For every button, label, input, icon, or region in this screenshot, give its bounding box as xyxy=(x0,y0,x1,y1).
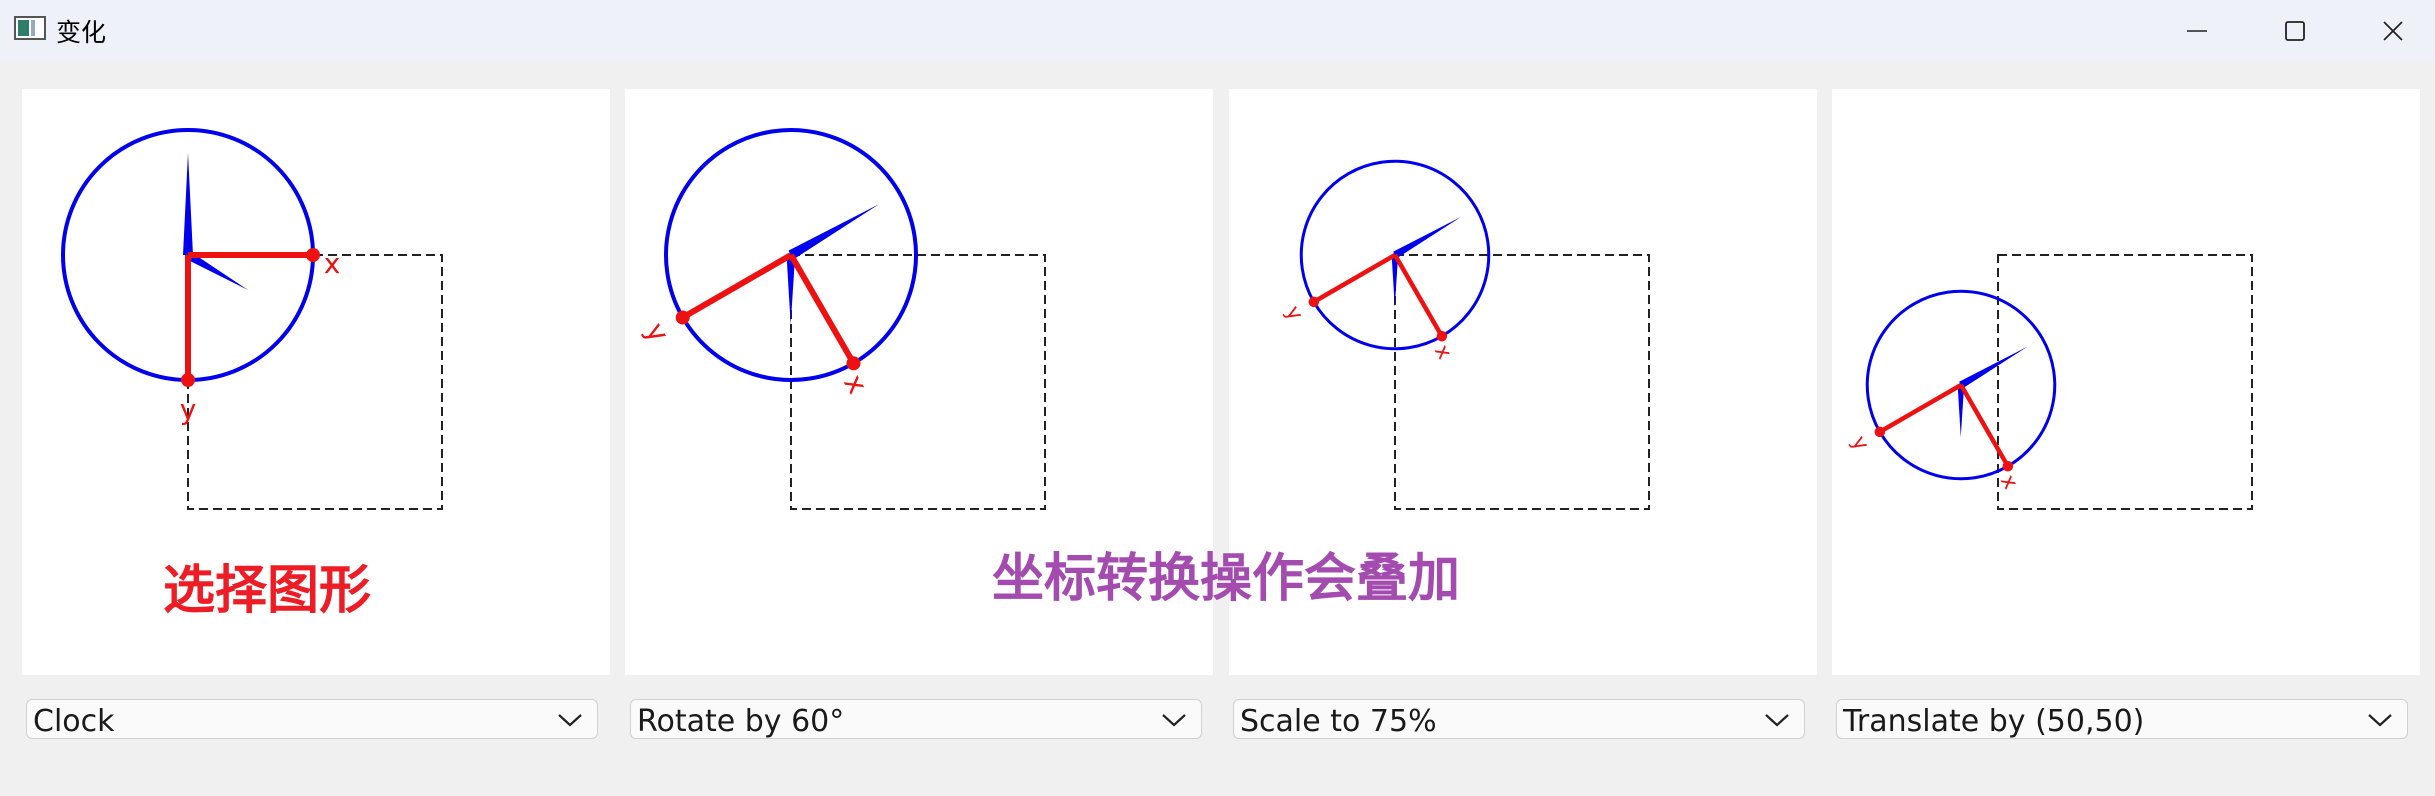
operation-3-combo-value: Translate by (50,50) xyxy=(1843,704,2145,739)
app-icon xyxy=(14,16,46,40)
minute-hand xyxy=(183,153,193,255)
minimize-icon xyxy=(2187,30,2207,32)
operation-1-combo[interactable]: Rotate by 60° xyxy=(630,699,1202,739)
operation-2-combo[interactable]: Scale to 75% xyxy=(1233,699,1805,739)
reference-square xyxy=(790,254,1046,510)
select-shape-annotation: 选择图形 xyxy=(163,561,372,621)
y-axis-endpoint xyxy=(181,373,195,387)
reference-square xyxy=(187,254,443,510)
x-axis-label: x xyxy=(1430,340,1457,363)
y-axis-label: y xyxy=(1847,432,1874,455)
y-axis xyxy=(681,252,793,321)
maximize-icon xyxy=(2285,21,2305,41)
y-axis-label: y xyxy=(1281,302,1308,325)
x-axis-label: x xyxy=(1996,470,2023,493)
x-axis-label: x xyxy=(837,369,874,400)
chevron-down-icon xyxy=(1765,714,1789,727)
canvas-translate: x y xyxy=(1832,89,2420,675)
minimize-button[interactable] xyxy=(2148,0,2246,62)
y-axis-label: y xyxy=(180,393,197,426)
minute-hand xyxy=(1959,346,2028,389)
close-button[interactable] xyxy=(2344,0,2435,62)
chevron-down-icon xyxy=(1162,714,1186,727)
minute-hand xyxy=(1393,216,1462,259)
shape-combo-value: Clock xyxy=(33,704,115,739)
title-bar: 变化 xyxy=(0,0,2435,62)
reference-square xyxy=(1997,254,2253,510)
x-axis xyxy=(1959,383,2010,468)
x-axis-label: x xyxy=(324,247,341,280)
x-axis-endpoint xyxy=(306,248,320,262)
chevron-down-icon xyxy=(558,714,582,727)
x-axis xyxy=(788,253,857,365)
shape-combo[interactable]: Clock xyxy=(26,699,598,739)
minute-hand xyxy=(788,204,880,260)
chevron-down-icon xyxy=(2368,714,2392,727)
window-title: 变化 xyxy=(56,18,107,47)
maximize-button[interactable] xyxy=(2246,0,2344,62)
operation-1-combo-value: Rotate by 60° xyxy=(637,704,845,739)
reference-square xyxy=(1394,254,1650,510)
operation-2-combo-value: Scale to 75% xyxy=(1240,704,1437,739)
transforms-stack-annotation: 坐标转换操作会叠加 xyxy=(992,549,1461,609)
close-icon xyxy=(2383,21,2403,41)
x-axis xyxy=(1393,253,1444,338)
y-axis xyxy=(1312,253,1397,304)
y-axis-label: y xyxy=(639,317,676,348)
operation-3-combo[interactable]: Translate by (50,50) xyxy=(1836,699,2408,739)
y-axis xyxy=(1878,383,1963,434)
